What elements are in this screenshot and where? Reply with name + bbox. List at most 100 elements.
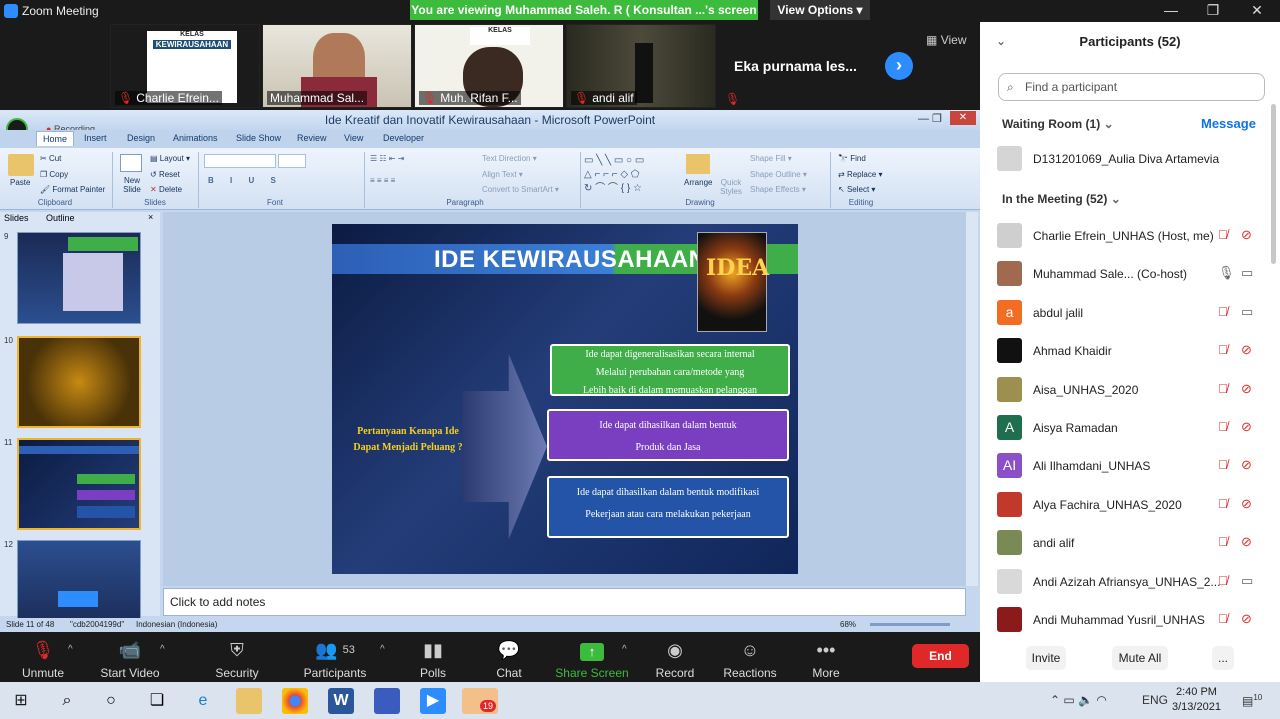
search-icon[interactable]: ⌕: [54, 688, 80, 714]
mic-muted-icon[interactable]: 🎙̸: [1218, 227, 1228, 242]
slide-thumbnail-active[interactable]: [17, 438, 141, 530]
ppt-minimize-icon[interactable]: —: [918, 113, 929, 125]
chrome-icon[interactable]: [282, 688, 308, 714]
select-button[interactable]: ↖ Select ▾: [838, 185, 875, 194]
slide-thumbnail[interactable]: [17, 232, 141, 324]
tab-outline[interactable]: Outline: [46, 213, 75, 223]
mic-muted-icon[interactable]: 🎙̸: [1218, 611, 1228, 626]
reset-button[interactable]: ↺ Reset: [150, 170, 180, 179]
polls-button[interactable]: ▮▮ Polls: [413, 638, 453, 680]
mic-muted-icon[interactable]: 🎙̸: [1218, 534, 1228, 549]
copy-button[interactable]: ❐ Copy: [40, 170, 68, 179]
camera-off-icon[interactable]: ⊘: [1241, 457, 1252, 473]
participant-row[interactable]: AI Ali Ilhamdani_UNHAS 🎙̸ ⊘: [980, 447, 1270, 485]
windows-start-icon[interactable]: ⊞: [8, 688, 34, 714]
participant-row[interactable]: Muhammad Sale... (Co-host) 🎙 ▭: [980, 255, 1270, 293]
convert-smartart-button[interactable]: Convert to SmartArt ▾: [482, 185, 559, 194]
tab-developer[interactable]: Developer: [383, 133, 424, 143]
video-tile[interactable]: KELAS KEWIRAUSAHAAN 🎙 Charlie Efrein...: [110, 24, 260, 108]
start-video-button[interactable]: 📹 Start Video: [96, 638, 164, 680]
pane-close-icon[interactable]: ×: [148, 212, 153, 222]
zoom-slider[interactable]: [870, 623, 950, 626]
replace-button[interactable]: ⇄ Replace ▾: [838, 170, 883, 179]
language-indicator[interactable]: ENG: [1142, 693, 1168, 707]
task-view-icon[interactable]: ❏: [144, 688, 170, 714]
security-button[interactable]: ⛨ Security: [210, 638, 264, 680]
text-direction-button[interactable]: Text Direction ▾: [482, 154, 537, 163]
paste-button[interactable]: Paste: [10, 178, 30, 187]
tab-view[interactable]: View: [344, 133, 363, 143]
participant-row[interactable]: Charlie Efrein_UNHAS (Host, me) 🎙̸ ⊘: [980, 217, 1270, 255]
camera-off-icon[interactable]: ⊘: [1241, 227, 1252, 243]
new-slide-button[interactable]: New Slide: [118, 176, 146, 194]
video-tile[interactable]: KELAS 🎙 Muh. Rifan F...: [414, 24, 564, 108]
shapes-gallery[interactable]: ▭ ╲ ╲ ▭ ○ ▭ △ ⌐ ⌐ ⌐ ◇ ⬠ ↻ ⌒ ⌒ { } ☆: [584, 154, 680, 196]
shape-fill-button[interactable]: Shape Fill ▾: [750, 154, 792, 163]
tab-review[interactable]: Review: [297, 133, 327, 143]
restore-icon[interactable]: ❐: [1198, 2, 1228, 19]
mic-muted-icon[interactable]: 🎙̸: [1218, 304, 1228, 319]
align-text-button[interactable]: Align Text ▾: [482, 170, 523, 179]
participants-caret[interactable]: ^: [380, 644, 385, 655]
mic-muted-icon[interactable]: 🎙̸: [1218, 381, 1228, 396]
audio-options-caret[interactable]: ^: [68, 644, 73, 655]
camera-off-icon[interactable]: ⊘: [1241, 611, 1252, 627]
arrange-icon[interactable]: [686, 154, 710, 174]
panel-more-button[interactable]: ...: [1212, 646, 1234, 670]
participant-row[interactable]: andi alif 🎙̸ ⊘: [980, 524, 1270, 562]
mute-all-button[interactable]: Mute All: [1112, 646, 1168, 670]
participant-row[interactable]: a abdul jalil 🎙̸ ▭: [980, 294, 1270, 332]
participants-button[interactable]: 👥 53 Participants: [302, 638, 368, 680]
slide-canvas[interactable]: IDE KEWIRAUSAHAAN IDEA Pertanyaan Kenapa…: [332, 224, 798, 574]
camera-off-icon[interactable]: ⊘: [1241, 381, 1252, 397]
in-meeting-header[interactable]: In the Meeting (52) ⌄: [1002, 192, 1121, 206]
arrange-button[interactable]: Arrange: [684, 178, 712, 187]
ppt-restore-icon[interactable]: ❐: [932, 112, 942, 125]
camera-off-icon[interactable]: ⊘: [1241, 342, 1252, 358]
tab-design[interactable]: Design: [127, 133, 155, 143]
next-page-button[interactable]: ›: [885, 52, 913, 80]
participant-row[interactable]: Alya Fachira_UNHAS_2020 🎙̸ ⊘: [980, 486, 1270, 524]
participant-row[interactable]: Ahmad Khaidir 🎙̸ ⊘: [980, 332, 1270, 370]
view-button[interactable]: ▦ View: [926, 33, 966, 47]
quick-styles-button[interactable]: Quick Styles: [718, 178, 744, 196]
list-buttons[interactable]: ☰ ☷ ⇤ ⇥: [370, 154, 404, 163]
mic-muted-icon[interactable]: 🎙̸: [1218, 419, 1228, 434]
share-screen-button[interactable]: ↑ Share Screen: [555, 638, 629, 680]
video-tile[interactable]: Muhammad Sal...: [262, 24, 412, 108]
unmute-button[interactable]: 🎙 Unmute: [20, 638, 66, 680]
end-meeting-button[interactable]: End: [912, 644, 969, 668]
minimize-icon[interactable]: —: [1156, 2, 1186, 18]
chat-button[interactable]: 💬 Chat: [489, 638, 529, 680]
zoom-taskbar-icon[interactable]: ▶: [420, 688, 446, 714]
camera-off-icon[interactable]: ⊘: [1241, 534, 1252, 550]
new-slide-icon[interactable]: [120, 154, 142, 172]
layout-button[interactable]: ▤ Layout ▾: [150, 154, 190, 163]
font-format-buttons[interactable]: B I U S: [208, 176, 283, 185]
format-painter-button[interactable]: 🖌 Format Painter: [40, 185, 105, 194]
participant-row[interactable]: Aisa_UNHAS_2020 🎙̸ ⊘: [980, 371, 1270, 409]
tab-slides[interactable]: Slides: [4, 213, 29, 223]
camera-icon[interactable]: ▭: [1241, 265, 1253, 281]
tray-icons[interactable]: ⌃ ▭ 🔈 ◠: [1050, 693, 1107, 707]
record-button[interactable]: ◉ Record: [652, 638, 698, 680]
slide-thumbnail[interactable]: [17, 336, 141, 428]
mic-muted-icon[interactable]: 🎙̸: [1218, 573, 1228, 588]
mic-muted-icon[interactable]: 🎙̸: [1218, 457, 1228, 472]
tab-slideshow[interactable]: Slide Show: [236, 133, 281, 143]
camera-icon[interactable]: ▭: [1241, 573, 1253, 589]
panel-scrollbar[interactable]: [1271, 104, 1276, 264]
app-icon[interactable]: [374, 688, 400, 714]
waiting-room-header[interactable]: Waiting Room (1) ⌄: [1002, 117, 1114, 131]
notes-pane[interactable]: Click to add notes: [163, 588, 966, 616]
participant-search-input[interactable]: ⌕ Find a participant: [998, 73, 1265, 101]
tab-home[interactable]: Home: [36, 131, 75, 146]
delete-button[interactable]: ✕ Delete: [150, 185, 182, 194]
participant-row[interactable]: Andi Azizah Afriansya_UNHAS_2... 🎙̸ ▭: [980, 563, 1270, 601]
invite-button[interactable]: Invite: [1026, 646, 1066, 670]
slide-scrollbar[interactable]: [966, 212, 978, 586]
cut-button[interactable]: ✂ Cut: [40, 154, 61, 163]
camera-off-icon[interactable]: ⊘: [1241, 496, 1252, 512]
powerpoint-taskbar-icon[interactable]: 19: [462, 688, 498, 714]
clock[interactable]: 2:40 PM 3/13/2021: [1172, 685, 1221, 715]
